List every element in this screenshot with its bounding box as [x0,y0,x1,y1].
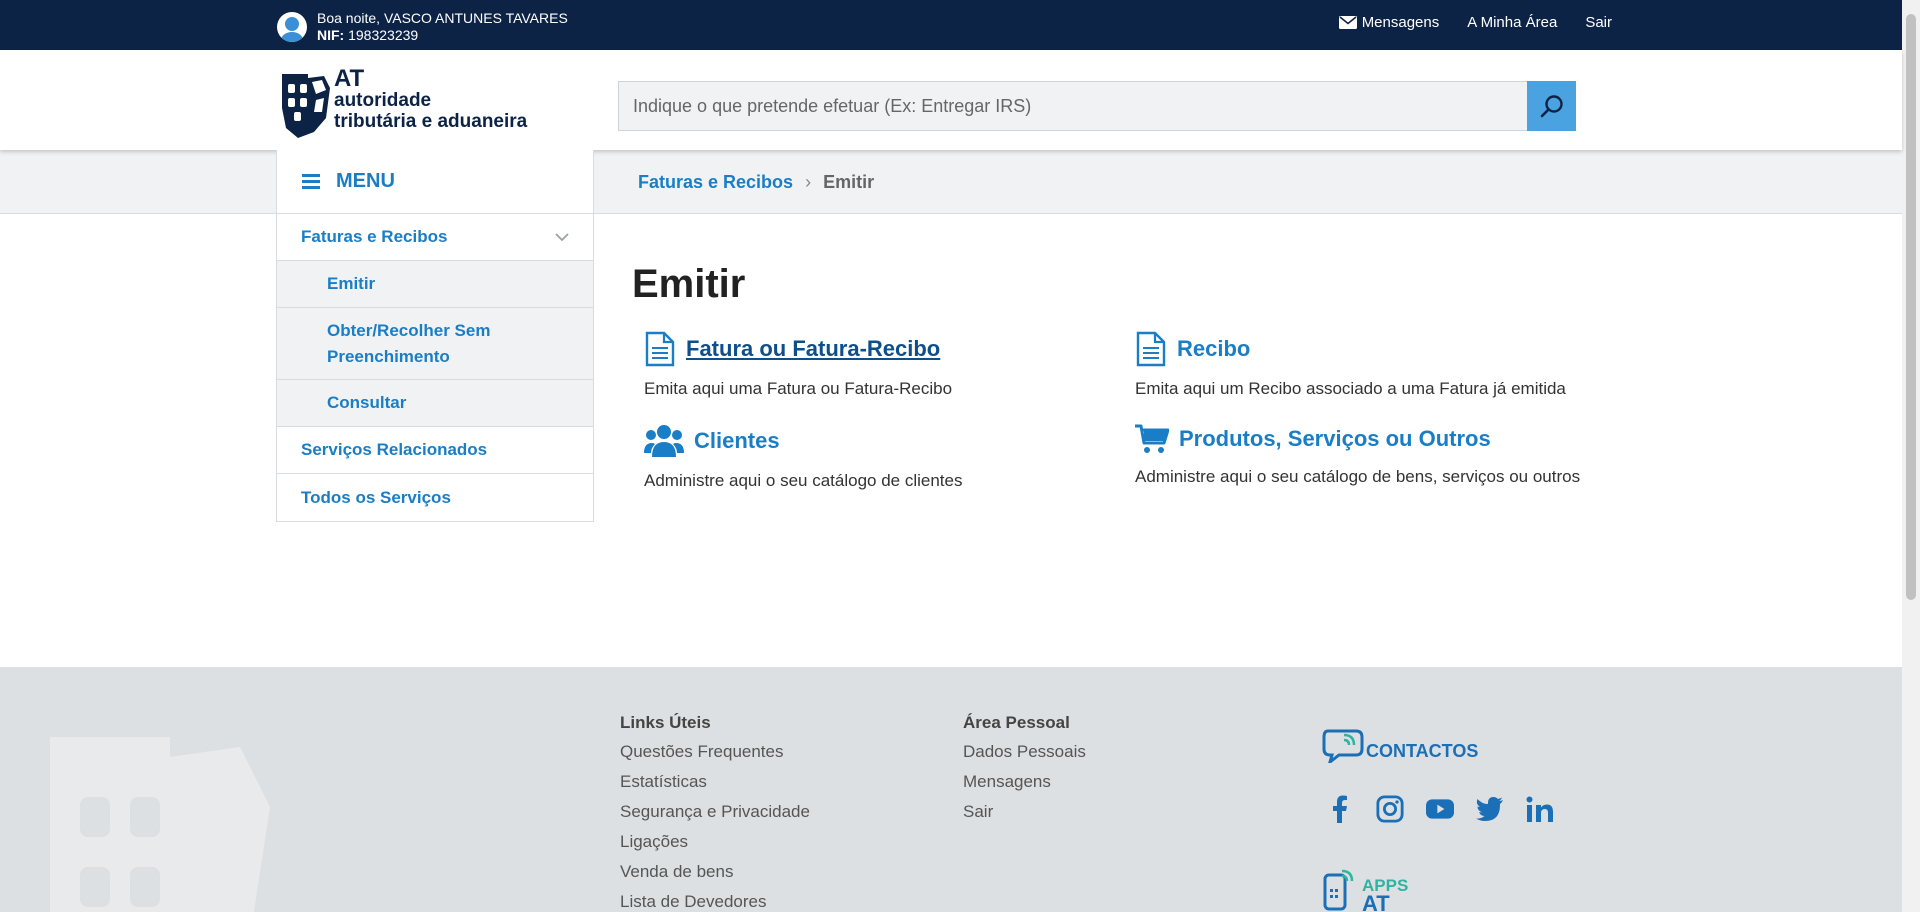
my-area-link[interactable]: A Minha Área [1467,14,1557,31]
instagram-icon[interactable] [1376,794,1404,824]
sidebar-item-label: Serviços Relacionados [301,440,488,459]
logo-line-2: autoridade [334,90,432,111]
footer-personal-title: Área Pessoal [963,713,1070,732]
users-icon [644,425,684,457]
sidebar-item-label: Faturas e Recibos [301,227,448,246]
footer-personal-column: Área Pessoal Dados Pessoais Mensagens Sa… [963,713,1086,827]
document-icon [645,331,675,367]
page-title: Emitir [632,262,746,306]
nif-label: NIF: [317,27,345,43]
cart-icon [1135,424,1169,453]
chevron-down-icon [555,232,569,241]
footer-link[interactable]: Lista de Devedores [620,887,810,912]
logo-text: AT autoridade tributária e aduaneira [334,65,528,133]
footer: Links Úteis Questões Frequentes Estatíst… [0,667,1902,912]
card-description: Emita aqui uma Fatura ou Fatura-Recibo [644,379,953,398]
user-text: Boa noite, VASCO ANTUNES TAVARES NIF: 19… [317,10,568,44]
nif: NIF: 198323239 [317,27,568,44]
menu-toggle[interactable]: MENU [276,150,594,214]
clientes-link[interactable]: Clientes [694,428,780,454]
search-input[interactable] [619,82,1519,130]
logout-link[interactable]: Sair [1585,14,1612,31]
sidebar: MENU Faturas e Recibos Emitir Obter/Reco… [276,150,594,522]
search-box [618,81,1576,131]
produtos-link[interactable]: Produtos, Serviços ou Outros [1179,426,1491,452]
card-clientes: Clientes Administre aqui o seu catálogo … [644,423,962,491]
contacts-label: CONTACTOS [1366,741,1479,761]
sidebar-item-servicos-relacionados[interactable]: Serviços Relacionados [277,427,593,474]
messages-link[interactable]: Mensagens [1338,14,1440,31]
card-head: Clientes [644,423,962,459]
sidebar-item-emitir[interactable]: Emitir [277,261,593,308]
at-shield-icon [282,74,330,138]
top-links: Mensagens A Minha Área Sair [1311,14,1612,31]
footer-link[interactable]: Dados Pessoais [963,737,1086,767]
recibo-link[interactable]: Recibo [1177,336,1250,362]
envelope-icon [1338,16,1357,29]
document-icon [1136,331,1166,367]
logo-line-3: tributária e aduaneira [334,111,528,132]
footer-link[interactable]: Sair [963,797,1086,827]
footer-link[interactable]: Venda de bens [620,857,810,887]
mobile-apps-icon [1323,869,1354,911]
footer-link[interactable]: Ligações [620,827,810,857]
card-description: Administre aqui o seu catálogo de bens, … [1135,467,1581,486]
card-head: Produtos, Serviços ou Outros [1135,423,1580,455]
sidebar-item-obter-recolher[interactable]: Obter/Recolher Sem Preenchimento [277,308,593,380]
sidebar-item-label: Consultar [327,393,407,412]
footer-link[interactable]: Questões Frequentes [620,737,810,767]
contacts-link[interactable]: CONTACTOS [1322,727,1478,763]
sidebar-item-faturas-recibos[interactable]: Faturas e Recibos [277,214,593,261]
sidebar-item-label: Obter/Recolher Sem Preenchimento [327,320,491,366]
page-scrollbar[interactable] [1902,0,1920,912]
fatura-link[interactable]: Fatura ou Fatura-Recibo [686,336,940,362]
search-icon [1540,95,1563,118]
apps-label: APPS AT [1362,877,1408,912]
hamburger-icon [302,174,320,189]
nif-value: 198323239 [344,27,419,43]
footer-link[interactable]: Segurança e Privacidade [620,797,810,827]
twitter-icon[interactable] [1476,794,1504,824]
footer-link[interactable]: Mensagens [963,767,1086,797]
apps-at-link[interactable]: APPS AT [1322,867,1408,912]
top-bar: Boa noite, VASCO ANTUNES TAVARES NIF: 19… [0,0,1902,50]
at-logo[interactable]: AT autoridade tributária e aduaneira [278,65,528,138]
user-avatar-icon [277,12,307,42]
sidebar-item-label: Todos os Serviços [301,487,451,507]
facebook-icon[interactable] [1326,794,1354,824]
card-description: Emita aqui um Recibo associado a uma Fat… [1135,379,1566,398]
card-fatura: Fatura ou Fatura-Recibo Emita aqui uma F… [644,331,952,399]
header: AT autoridade tributária e aduaneira [0,50,1902,150]
footer-links-column: Links Úteis Questões Frequentes Estatíst… [620,713,810,912]
menu-label: MENU [336,170,395,192]
breadcrumb-current: Emitir [823,172,875,192]
linkedin-icon[interactable] [1526,794,1554,824]
card-description: Administre aqui o seu catálogo de client… [644,471,963,490]
chat-bubble-icon [1322,729,1364,763]
greeting: Boa noite, VASCO ANTUNES TAVARES [317,10,568,26]
social-links [1326,794,1576,824]
breadcrumb-parent[interactable]: Faturas e Recibos [638,172,793,193]
user-info: Boa noite, VASCO ANTUNES TAVARES NIF: 19… [277,10,568,44]
at-watermark-icon [50,737,270,912]
messages-label: Mensagens [1361,14,1440,31]
sidebar-item-label: Emitir [327,274,376,293]
breadcrumb: Faturas e Recibos › Emitir [638,172,874,193]
apps-line-2: AT [1362,891,1390,912]
sidebar-item-todos-servicos[interactable]: Todos os Serviços [277,474,593,521]
logo-line-1: AT [334,65,365,92]
footer-links-title: Links Úteis [620,713,711,732]
card-recibo: Recibo Emita aqui um Recibo associado a … [1135,331,1566,399]
card-head: Fatura ou Fatura-Recibo [644,331,952,367]
footer-link[interactable]: Estatísticas [620,767,810,797]
card-head: Recibo [1135,331,1566,367]
card-produtos: Produtos, Serviços ou Outros Administre … [1135,423,1580,487]
youtube-icon[interactable] [1426,794,1454,824]
sidebar-nav: Faturas e Recibos Emitir Obter/Recolher … [276,214,594,522]
search-button[interactable] [1527,81,1576,131]
sidebar-item-consultar[interactable]: Consultar [277,380,593,427]
scrollbar-thumb[interactable] [1906,14,1916,600]
chevron-right-icon: › [805,172,812,192]
